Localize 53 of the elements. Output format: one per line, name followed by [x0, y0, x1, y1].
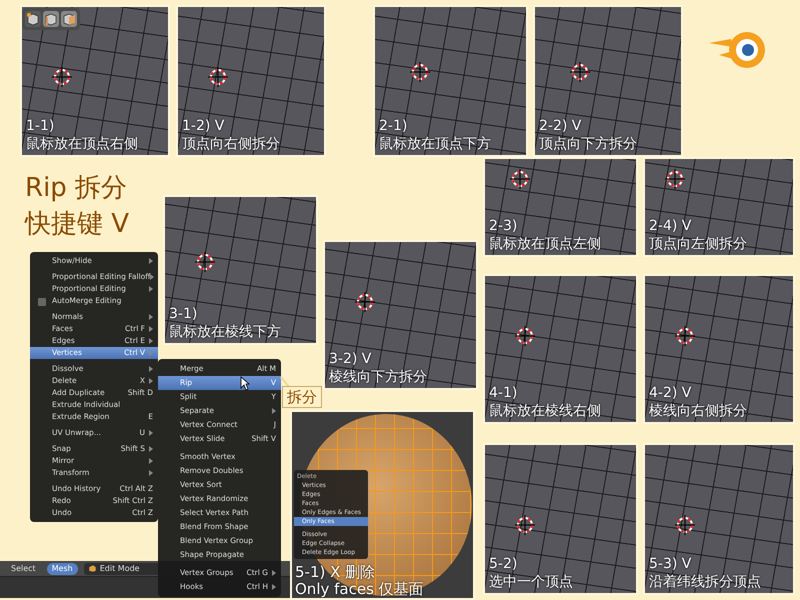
cursor-3d-icon [675, 515, 695, 535]
cursor-3d-icon [208, 67, 228, 87]
title-text: 快捷键 V [25, 208, 130, 241]
step-label: 2-4) V [649, 217, 692, 235]
cube-icon [26, 12, 40, 26]
cursor-3d-icon [355, 292, 375, 312]
panel-caption: 鼠标放在棱线下方 [169, 323, 281, 341]
cursor-3d-icon [52, 67, 72, 87]
cursor-3d-icon [665, 169, 685, 189]
step-label: 3-1) [169, 305, 198, 323]
cube-icon [88, 564, 97, 573]
callout-label: 拆分 [282, 386, 322, 408]
step-label: 5-1) X 删除 [295, 564, 376, 581]
panel-caption: 鼠标放在棱线右侧 [489, 402, 601, 420]
select-mode-button[interactable] [61, 11, 77, 27]
step-label: 1-1) [26, 117, 54, 135]
cube-icon [44, 12, 58, 26]
select-mode-button[interactable] [25, 11, 41, 27]
cursor-3d-icon [510, 169, 530, 189]
title-text: Rip 拆分 [25, 172, 128, 205]
panel-caption: 顶点向左侧拆分 [649, 235, 747, 253]
cursor-3d-icon [570, 62, 590, 82]
step-label: 5-2) [489, 555, 518, 573]
panel-caption: 选中一个顶点 [489, 573, 573, 591]
panel-caption: 鼠标放在顶点左侧 [489, 235, 601, 253]
step-label: 2-1) [379, 117, 408, 135]
mouse-pointer-icon [240, 376, 250, 391]
panel-caption: 鼠标放在顶点下方 [379, 135, 491, 153]
cube-icon [62, 12, 76, 26]
step-label: 4-1) [489, 384, 518, 402]
panel-caption: 鼠标放在顶点右侧 [26, 135, 138, 153]
step-label: 2-3) [489, 217, 518, 235]
mode-dropdown[interactable]: Edit Mode [84, 562, 160, 574]
leader-line [280, 376, 290, 388]
menu-button[interactable]: Select [6, 562, 41, 574]
panel-caption: 棱线向右侧拆分 [649, 402, 747, 420]
cursor-3d-icon [515, 326, 535, 346]
step-label: 1-2) V [182, 117, 224, 135]
checkbox[interactable] [38, 298, 46, 306]
panel-caption: 棱线向下方拆分 [329, 368, 427, 386]
step-label: 5-3) V [649, 555, 692, 573]
step-label: 4-2) V [649, 384, 692, 402]
panel-caption: 顶点向下方拆分 [539, 135, 637, 153]
cursor-3d-icon [675, 326, 695, 346]
step-label: 3-2) V [329, 350, 372, 368]
cursor-3d-icon [410, 62, 430, 82]
cursor-3d-icon [195, 252, 215, 272]
panel-caption: 沿着纬线拆分顶点 [649, 573, 761, 591]
step-label: 2-2) V [539, 117, 582, 135]
menu-button[interactable]: Mesh [46, 562, 78, 574]
select-mode-button[interactable] [43, 11, 59, 27]
panel-caption: 顶点向右侧拆分 [182, 135, 280, 153]
cursor-3d-icon [515, 515, 535, 535]
